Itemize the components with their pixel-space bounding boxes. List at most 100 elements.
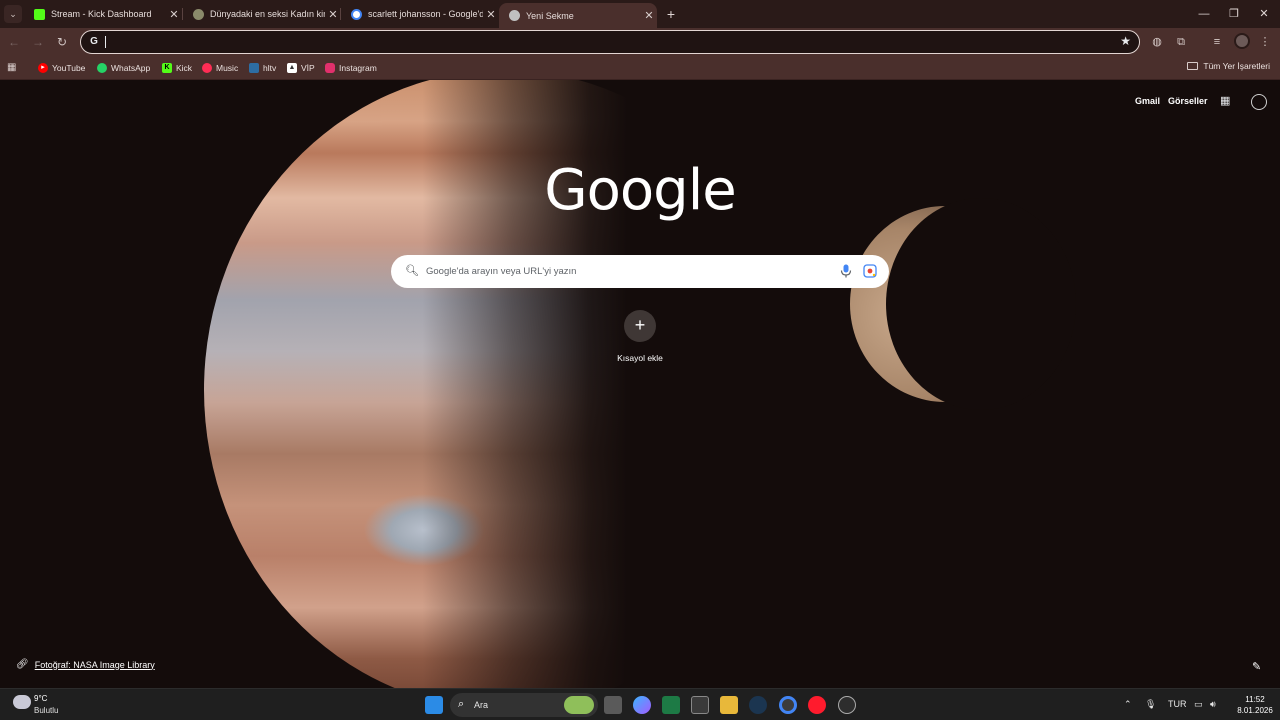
windows-taskbar: 9°C Bulutlu ⌕ Ara ⌃ 🎙︎ TUR ▭ 🔊︎ 11:52 8.… [0, 688, 1280, 720]
close-icon[interactable]: ✕ [641, 9, 657, 22]
clock-date: 8.01.2026 [1237, 706, 1273, 715]
google-logo: Google [544, 158, 736, 223]
microphone-tray-icon[interactable]: 🎙︎ [1145, 699, 1156, 710]
tray-chevron-icon[interactable]: ⌃ [1124, 699, 1132, 710]
bookmark-label: YouTube [52, 63, 86, 73]
forward-button[interactable]: → [28, 32, 48, 52]
opera-icon[interactable] [808, 696, 826, 714]
chrome-newtab-icon [509, 10, 520, 21]
bookmark-instagram[interactable]: Instagram [325, 61, 377, 75]
gmail-link[interactable]: Gmail [1135, 96, 1160, 106]
tab-search-button[interactable]: ⌄ [4, 5, 22, 23]
bookmark-label: WhatsApp [111, 63, 151, 73]
media-controls-icon[interactable]: ≡ [1209, 34, 1225, 50]
reload-button[interactable]: ↻ [52, 32, 72, 52]
bookmark-whatsapp[interactable]: WhatsApp [97, 61, 150, 75]
volume-icon[interactable]: 🔊︎ [1210, 699, 1216, 710]
background-moon-shadow [886, 198, 1076, 410]
tab-kick-dashboard[interactable]: Stream - Kick Dashboard ✕ [24, 3, 182, 25]
close-icon[interactable]: ✕ [483, 8, 499, 21]
excel-icon[interactable] [662, 696, 680, 714]
tab-ai-chat[interactable]: Dünyadaki en seksi Kadın kim ✕ [183, 3, 341, 25]
link-icon: 🔗︎ [16, 659, 29, 670]
youtube-icon: ▸ [38, 63, 48, 73]
new-tab-button[interactable]: + [663, 6, 679, 22]
kick-icon [34, 8, 45, 20]
music-icon [202, 63, 212, 73]
extension-globe-icon[interactable]: ◍ [1149, 34, 1165, 50]
bookmark-vip[interactable]: ▲ VİP [287, 61, 315, 75]
google-lens-icon[interactable] [863, 264, 877, 278]
tab-title: Yeni Sekme [526, 10, 574, 21]
tab-strip: ⌄ Stream - Kick Dashboard ✕ Dünyadaki en… [0, 0, 1280, 28]
whatsapp-icon [97, 63, 107, 73]
weather-cloud-icon[interactable] [13, 695, 31, 709]
google-icon: G [90, 36, 98, 47]
bookmark-star-icon[interactable]: ★ [1120, 34, 1131, 48]
ntp-search-box[interactable]: 🔍︎ Google'da arayın veya URL'yi yazın [391, 255, 889, 288]
close-window-button[interactable]: ✕ [1254, 4, 1274, 24]
back-button[interactable]: ← [4, 32, 24, 52]
bookmark-kick[interactable]: K Kick [162, 61, 192, 75]
tab-google-search[interactable]: scarlett johansson - Google'da ✕ [341, 3, 499, 25]
images-link[interactable]: Görseller [1168, 96, 1208, 106]
minimize-button[interactable]: — [1194, 4, 1214, 24]
all-bookmarks-button[interactable]: Tüm Yer İşaretleri [1187, 61, 1270, 71]
microsoft-store-icon[interactable] [691, 696, 709, 714]
weather-temperature[interactable]: 9°C [34, 694, 47, 703]
clock-time: 11:52 [1245, 695, 1265, 704]
extensions-puzzle-icon[interactable]: ⧉ [1173, 34, 1189, 50]
all-bookmarks-label: Tüm Yer İşaretleri [1203, 61, 1270, 71]
bookmark-hltv[interactable]: hltv [249, 61, 276, 75]
bookmark-label: Instagram [339, 63, 377, 73]
vip-icon: ▲ [287, 63, 297, 73]
steam-icon[interactable] [749, 696, 767, 714]
ai-chat-icon [193, 8, 204, 20]
search-icon: ⌕ [458, 698, 465, 710]
add-shortcut-label[interactable]: Kısayol ekle [590, 353, 690, 363]
network-icon[interactable]: ▭ [1194, 699, 1203, 710]
hltv-icon [249, 63, 259, 73]
app-icon[interactable] [838, 696, 856, 714]
google-icon [351, 8, 362, 20]
bookmark-label: VİP [301, 63, 315, 73]
kick-icon: K [162, 63, 172, 73]
google-apps-icon[interactable]: ▦ [1220, 95, 1232, 107]
task-view-icon[interactable] [604, 696, 622, 714]
bookmark-youtube[interactable]: ▸ YouTube [38, 61, 85, 75]
tab-title: Dünyadaki en seksi Kadın kim [210, 9, 325, 19]
windows-start-icon[interactable] [425, 696, 443, 714]
bookmark-music[interactable]: Music [202, 61, 238, 75]
add-shortcut-button[interactable]: + [624, 310, 656, 342]
profile-avatar[interactable] [1234, 33, 1250, 49]
copilot-icon[interactable] [633, 696, 651, 714]
close-icon[interactable]: ✕ [166, 8, 182, 21]
microphone-icon[interactable] [840, 264, 852, 278]
instagram-icon [325, 63, 335, 73]
browser-toolbar: ← → ↻ G ★ ◍ ⧉ ≡ ⋮ [0, 28, 1280, 56]
text-caret [105, 36, 106, 48]
close-icon[interactable]: ✕ [325, 8, 341, 21]
search-icon: 🔍︎ [405, 265, 419, 277]
apps-grid-icon[interactable]: ▦ [7, 62, 19, 74]
tab-new-tab[interactable]: Yeni Sekme ✕ [499, 3, 657, 28]
search-placeholder: Google'da arayın veya URL'yi yazın [426, 266, 577, 277]
photo-credit-text[interactable]: Fotoğraf: NASA Image Library [35, 660, 155, 670]
chrome-icon[interactable] [779, 696, 797, 714]
system-clock[interactable]: 11:52 8.01.2026 [1234, 694, 1276, 716]
search-highlight-icon [564, 696, 594, 714]
taskbar-search[interactable]: ⌕ Ara [450, 693, 598, 717]
weather-description[interactable]: Bulutlu [34, 706, 58, 715]
photo-credit[interactable]: 🔗︎ Fotoğraf: NASA Image Library [16, 659, 155, 670]
folder-icon [1187, 62, 1199, 70]
file-explorer-icon[interactable] [720, 696, 738, 714]
input-language[interactable]: TUR [1168, 699, 1187, 709]
tab-title: Stream - Kick Dashboard [51, 9, 152, 19]
address-bar[interactable]: G ★ [80, 30, 1140, 54]
kebab-menu-icon[interactable]: ⋮ [1257, 34, 1273, 50]
taskbar-search-label: Ara [474, 700, 489, 710]
restore-button[interactable]: ❐ [1224, 4, 1244, 24]
bookmarks-bar: ▦ ▸ YouTube WhatsApp K Kick Music hltv ▲… [0, 56, 1280, 80]
customize-pencil-icon[interactable]: ✎ [1252, 660, 1261, 673]
account-avatar[interactable] [1251, 94, 1267, 110]
